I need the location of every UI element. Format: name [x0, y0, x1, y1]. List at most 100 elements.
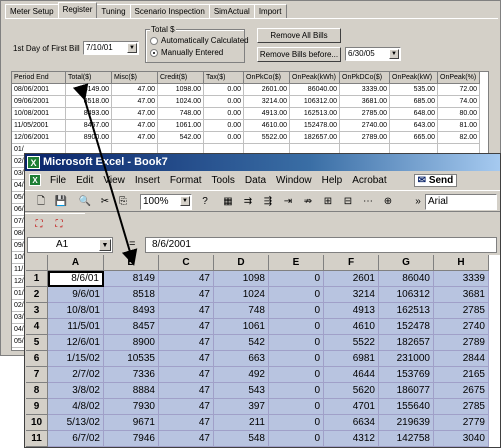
bills-grid-cell[interactable]: 4610.00 [244, 120, 290, 132]
worksheet-cell[interactable]: 2779 [434, 415, 489, 431]
worksheet-cell[interactable]: 6981 [324, 351, 379, 367]
worksheet-cell[interactable]: 3/8/02 [48, 383, 104, 399]
worksheet-cell[interactable]: 7946 [104, 431, 159, 447]
bills-grid-cell[interactable]: 2789.00 [340, 132, 390, 144]
bills-grid-cell[interactable]: 47.00 [112, 96, 158, 108]
new-comment-icon[interactable]: ⊞ [320, 194, 336, 210]
menu-acrobat[interactable]: Acrobat [347, 175, 391, 186]
worksheet-cell[interactable]: 152478 [379, 319, 434, 335]
row-header[interactable]: 10 [26, 415, 48, 431]
worksheet-cell[interactable]: 0 [269, 351, 324, 367]
bills-grid-column-header[interactable]: Total($) [66, 72, 112, 84]
tab-scenario-inspection[interactable]: Scenario Inspection [129, 4, 210, 18]
bills-grid-cell[interactable]: 1024.00 [158, 96, 204, 108]
remove-before-date-select[interactable]: 6/30/05 ▼ [345, 47, 401, 61]
bills-grid-row[interactable]: 12/06/2001 8900.00 47.00 542.00 0.00 5522.00 1… [12, 132, 488, 144]
worksheet-cell[interactable]: 8884 [104, 383, 159, 399]
worksheet-cell[interactable]: 182657 [379, 335, 434, 351]
worksheet-cell[interactable]: 543 [214, 383, 269, 399]
worksheet-cell[interactable]: 3214 [324, 287, 379, 303]
menu-window[interactable]: Window [271, 175, 317, 186]
worksheet-cell[interactable]: 8518 [104, 287, 159, 303]
worksheet-cell[interactable]: 211 [214, 415, 269, 431]
bills-grid-cell[interactable]: 542.00 [158, 132, 204, 144]
worksheet-grid[interactable]: ABCDEFGH 1 8/6/01 8149 47 1098 0 2601 86040 3339… [26, 255, 500, 447]
bills-grid-cell[interactable]: 3214.00 [244, 96, 290, 108]
new-icon[interactable]: 🗋 [33, 194, 49, 210]
worksheet-cell[interactable]: 6634 [324, 415, 379, 431]
bills-grid-cell[interactable]: 8900.00 [66, 132, 112, 144]
bills-grid-cell[interactable]: 535.00 [390, 84, 438, 96]
calculator-icon[interactable]: ▦ [220, 194, 236, 210]
bills-grid-cell[interactable]: 648.00 [390, 108, 438, 120]
more-buttons-icon[interactable]: » [410, 194, 426, 210]
worksheet-cell[interactable]: 10535 [104, 351, 159, 367]
worksheet-cell[interactable]: 47 [159, 351, 214, 367]
worksheet-cell[interactable]: 47 [159, 303, 214, 319]
worksheet-cell[interactable]: 86040 [379, 271, 434, 287]
worksheet-cell[interactable]: 1061 [214, 319, 269, 335]
worksheet-cell[interactable]: 2785 [434, 303, 489, 319]
worksheet-cell[interactable]: 162513 [379, 303, 434, 319]
worksheet-cell[interactable]: 3339 [434, 271, 489, 287]
bills-grid-cell[interactable]: 3339.00 [340, 84, 390, 96]
worksheet-cell[interactable]: 663 [214, 351, 269, 367]
bills-grid-cell[interactable]: 8149.00 [66, 84, 112, 96]
bills-grid-cell[interactable]: 8457.00 [66, 120, 112, 132]
bills-grid-cell[interactable]: 3681.00 [340, 96, 390, 108]
worksheet-cell[interactable]: 492 [214, 367, 269, 383]
pdf-email-icon[interactable]: ⛶ [51, 217, 67, 233]
bills-grid-cell[interactable]: 685.00 [390, 96, 438, 108]
row-header[interactable]: 3 [26, 303, 48, 319]
worksheet-cell[interactable]: 8900 [104, 335, 159, 351]
worksheet-cell[interactable]: 4/8/02 [48, 399, 104, 415]
bills-grid-cell[interactable]: 10/08/2001 [12, 108, 66, 120]
bills-grid-cell[interactable]: 2601.00 [244, 84, 290, 96]
row-header[interactable]: 2 [26, 287, 48, 303]
column-header[interactable]: C [159, 255, 214, 271]
menu-data[interactable]: Data [240, 175, 271, 186]
bills-grid-cell[interactable]: 47.00 [112, 84, 158, 96]
bills-grid-column-header[interactable]: OnPkCo($) [244, 72, 290, 84]
name-box[interactable]: A1 ▼ [27, 237, 113, 253]
bills-grid-cell[interactable]: 106312.00 [290, 96, 340, 108]
row-header[interactable]: 9 [26, 399, 48, 415]
worksheet-cell[interactable]: 4644 [324, 367, 379, 383]
radio-manual[interactable]: Manually Entered [150, 48, 223, 57]
bills-grid-column-header[interactable]: Credit($) [158, 72, 204, 84]
row-header[interactable]: 1 [26, 271, 48, 287]
menu-file[interactable]: File [45, 175, 71, 186]
worksheet-cell[interactable]: 47 [159, 399, 214, 415]
bills-grid-cell[interactable]: 47.00 [112, 108, 158, 120]
circle-invalid-icon[interactable]: ⊟ [340, 194, 356, 210]
worksheet-cell[interactable]: 0 [269, 399, 324, 415]
bills-grid-column-header[interactable]: OnPeak(kW) [390, 72, 438, 84]
remove-arrows-icon[interactable]: ⇥ [280, 194, 296, 210]
bills-grid-cell[interactable]: 2785.00 [340, 108, 390, 120]
zoom-select[interactable]: 100% ▼ [140, 194, 192, 210]
bills-grid-row[interactable]: 08/06/2001 8149.00 47.00 1098.00 0.00 2601.00… [12, 84, 488, 96]
bills-grid-column-header[interactable]: OnPeak(%) [438, 72, 480, 84]
column-header[interactable]: G [379, 255, 434, 271]
bills-grid-cell[interactable]: 0.00 [204, 108, 244, 120]
trace-dependents-icon[interactable]: ⇶ [260, 194, 276, 210]
remove-all-bills-button[interactable]: Remove All Bills [257, 28, 341, 43]
row-header[interactable]: 7 [26, 367, 48, 383]
font-select[interactable]: Arial [425, 194, 497, 210]
worksheet-cell[interactable]: 47 [159, 415, 214, 431]
worksheet-cell[interactable]: 4312 [324, 431, 379, 447]
bills-grid-column-header[interactable]: Misc($) [112, 72, 158, 84]
worksheet-cell[interactable]: 47 [159, 287, 214, 303]
worksheet-cell[interactable]: 9/6/01 [48, 287, 104, 303]
column-header[interactable]: B [104, 255, 159, 271]
bills-grid-column-header[interactable]: OnPkDCo($) [340, 72, 390, 84]
worksheet-cell[interactable]: 8493 [104, 303, 159, 319]
column-header[interactable]: D [214, 255, 269, 271]
chevron-down-icon[interactable]: ▼ [127, 43, 137, 53]
bills-grid-cell[interactable]: 72.00 [438, 84, 480, 96]
worksheet-cell[interactable]: 0 [269, 431, 324, 447]
bills-grid-cell[interactable]: 152478.00 [290, 120, 340, 132]
watch-window-icon[interactable]: ⊕ [380, 194, 396, 210]
worksheet-cell[interactable]: 2601 [324, 271, 379, 287]
tab-simactual[interactable]: SimActual [208, 4, 255, 18]
